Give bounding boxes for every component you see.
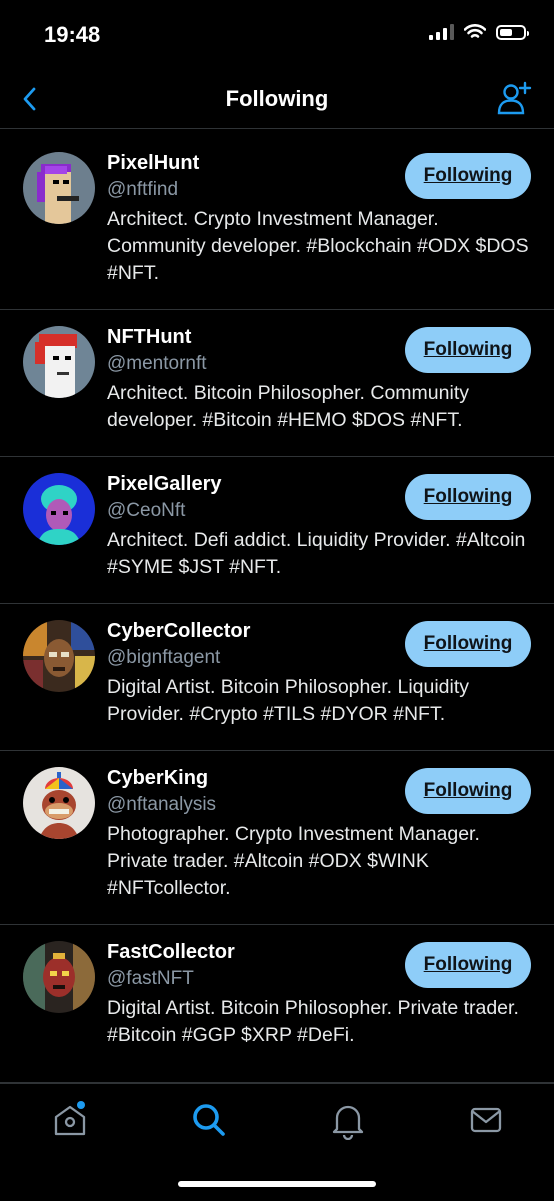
following-button[interactable]: Following: [405, 153, 531, 199]
user-handle[interactable]: @mentornft: [107, 353, 207, 375]
tab-notifications[interactable]: [328, 1100, 368, 1140]
user-handle[interactable]: @CeoNft: [107, 500, 185, 522]
user-handle[interactable]: @nftfind: [107, 179, 178, 201]
user-bio: Architect. Defi addict. Liquidity Provid…: [107, 529, 526, 578]
following-button[interactable]: Following: [405, 942, 531, 988]
following-list: PixelHunt @nftfind Architect. Crypto Inv…: [0, 136, 554, 1083]
bell-icon: [332, 1105, 364, 1140]
user-name[interactable]: PixelGallery: [107, 473, 222, 496]
user-handle[interactable]: @nftanalysis: [107, 794, 216, 816]
user-row[interactable]: CyberCollector @bignftagent Digital Arti…: [0, 604, 554, 751]
user-bio: Digital Artist. Bitcoin Philosopher. Liq…: [107, 676, 470, 725]
following-button[interactable]: Following: [405, 474, 531, 520]
following-button[interactable]: Following: [405, 621, 531, 667]
user-row[interactable]: NFTHunt @mentornft Architect. Bitcoin Ph…: [0, 310, 554, 457]
wifi-icon: [464, 24, 486, 38]
user-handle[interactable]: @fastNFT: [107, 968, 194, 990]
battery-icon: [496, 24, 529, 40]
avatar[interactable]: [23, 767, 95, 839]
status-icons: [429, 24, 529, 40]
home-icon: [54, 1105, 86, 1136]
avatar[interactable]: [23, 620, 95, 692]
user-bio: Photographer. Crypto Investment Manager.…: [107, 823, 480, 899]
user-name[interactable]: PixelHunt: [107, 152, 199, 175]
user-row[interactable]: FastCollector @fastNFT Digital Artist. B…: [0, 925, 554, 1083]
tab-home[interactable]: [50, 1100, 90, 1140]
notification-dot: [77, 1101, 85, 1109]
user-handle[interactable]: @bignftagent: [107, 647, 220, 669]
user-row[interactable]: CyberKing @nftanalysis Photographer. Cry…: [0, 751, 554, 925]
status-bar: 19:48: [0, 0, 554, 70]
mail-icon: [470, 1107, 502, 1133]
navigation-header: Following: [0, 70, 554, 129]
avatar[interactable]: [23, 473, 95, 545]
user-row[interactable]: PixelGallery @CeoNft Architect. Defi add…: [0, 457, 554, 604]
home-indicator: [178, 1181, 376, 1187]
battery-level: [500, 28, 512, 36]
page-title: Following: [225, 86, 329, 111]
tab-search[interactable]: [189, 1100, 229, 1140]
user-bio: Digital Artist. Bitcoin Philosopher. Pri…: [107, 997, 519, 1046]
following-button[interactable]: Following: [405, 327, 531, 373]
user-name[interactable]: NFTHunt: [107, 326, 191, 349]
user-row[interactable]: PixelHunt @nftfind Architect. Crypto Inv…: [0, 136, 554, 310]
following-button[interactable]: Following: [405, 768, 531, 814]
search-icon: [193, 1104, 225, 1136]
user-bio: Architect. Crypto Investment Manager. Co…: [107, 208, 529, 284]
user-bio: Architect. Bitcoin Philosopher. Communit…: [107, 382, 469, 431]
tab-messages[interactable]: [466, 1100, 506, 1140]
avatar[interactable]: [23, 152, 95, 224]
add-user-button[interactable]: [496, 80, 532, 116]
avatar[interactable]: [23, 326, 95, 398]
status-time: 19:48: [44, 22, 101, 47]
avatar[interactable]: [23, 941, 95, 1013]
cellular-signal-icon: [429, 24, 454, 40]
user-name[interactable]: CyberCollector: [107, 620, 250, 643]
user-name[interactable]: FastCollector: [107, 941, 235, 964]
user-name[interactable]: CyberKing: [107, 767, 208, 790]
add-user-icon: [497, 81, 532, 115]
